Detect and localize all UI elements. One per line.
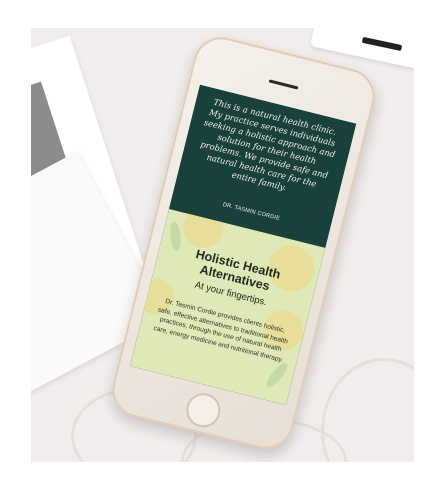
earphone-cable (321, 358, 414, 462)
product-photo: This is a natural health clinic. My prac… (31, 28, 414, 462)
phone-screen: This is a natural health clinic. My prac… (129, 84, 357, 406)
decorative-leaf (263, 360, 291, 390)
